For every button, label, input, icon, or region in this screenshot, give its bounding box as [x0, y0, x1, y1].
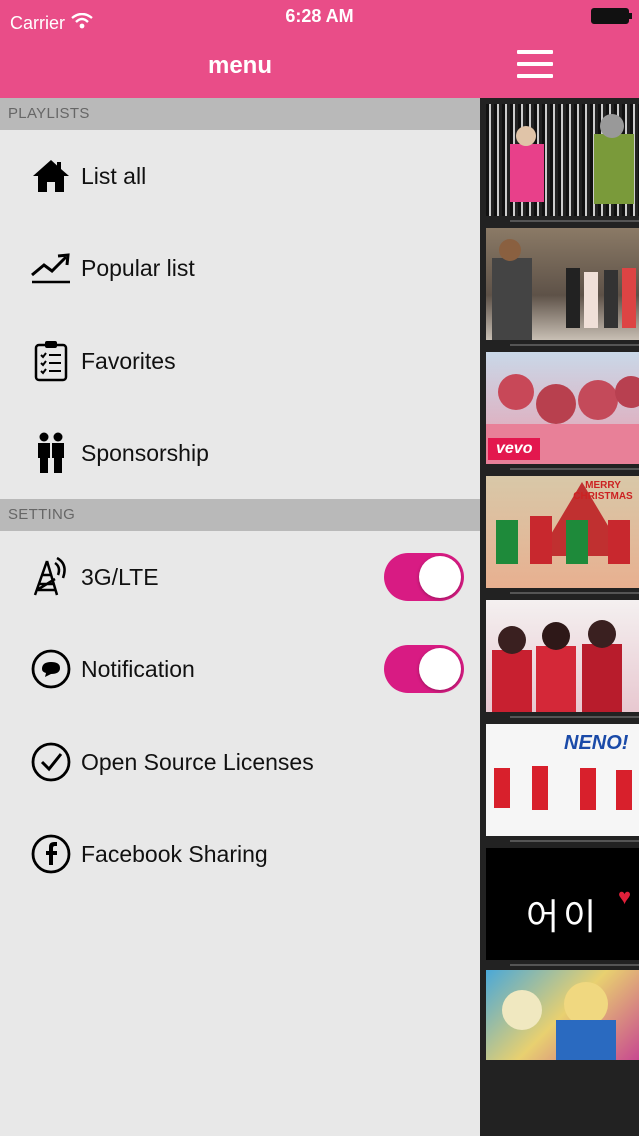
clipboard-checklist-icon — [30, 340, 72, 382]
video-thumbnail[interactable]: 어이 ♥ — [486, 848, 639, 960]
menu-item-label: Open Source Licenses — [81, 748, 314, 775]
video-thumbnail[interactable]: MERRY CHRISTMAS — [486, 476, 639, 588]
divider — [510, 840, 639, 842]
menu-item-notification: Notification — [0, 623, 480, 715]
menu-item-facebook-sharing[interactable]: Facebook Sharing — [0, 808, 480, 900]
divider — [510, 468, 639, 470]
menu-item-sponsorship[interactable]: Sponsorship — [0, 407, 480, 499]
video-thumbnail[interactable] — [486, 600, 639, 712]
menu-item-label: List all — [81, 162, 147, 189]
3g-lte-toggle[interactable] — [384, 553, 464, 601]
vevo-badge: vevo — [488, 438, 541, 460]
divider — [510, 716, 639, 718]
hamburger-menu-icon[interactable] — [517, 50, 553, 78]
menu-item-label: Sponsorship — [81, 439, 209, 466]
side-menu: Carrier menu PLAYLISTS List all Popular … — [0, 0, 480, 1136]
menu-item-favorites[interactable]: Favorites — [0, 315, 480, 407]
status-time: 6:28 AM — [285, 6, 354, 26]
trending-up-icon — [30, 247, 72, 289]
menu-title: menu — [207, 52, 272, 79]
toggle-knob — [419, 556, 461, 598]
antenna-icon — [30, 556, 72, 598]
toggle-knob — [419, 648, 461, 690]
divider — [510, 964, 639, 966]
thumbnail-caption: 어이 — [526, 896, 601, 937]
menu-item-label: Popular list — [81, 254, 195, 281]
home-icon — [30, 155, 72, 197]
menu-item-popular-list[interactable]: Popular list — [0, 222, 480, 314]
section-header-playlists: PLAYLISTS — [0, 98, 480, 130]
thumbnail-caption: MERRY CHRISTMAS — [573, 480, 633, 502]
menu-item-list-all[interactable]: List all — [0, 130, 480, 222]
video-thumbnail[interactable] — [486, 970, 639, 1060]
menu-item-label: Favorites — [81, 347, 176, 374]
checkmark-circle-icon — [30, 741, 72, 783]
menu-item-label: Notification — [81, 655, 195, 682]
thumbnail-caption: NENO! — [564, 732, 629, 754]
video-thumbnail[interactable]: vevo — [486, 352, 639, 464]
facebook-icon — [30, 833, 72, 875]
video-thumbnail[interactable] — [486, 104, 639, 216]
chat-bubble-icon — [30, 648, 72, 690]
menu-item-open-source-licenses[interactable]: Open Source Licenses — [0, 716, 480, 808]
video-list-panel: vevo MERRY CHRISTMAS NENO! 어이 ♥ — [480, 0, 639, 1136]
section-header-setting: SETTING — [0, 499, 480, 531]
menu-item-label: Facebook Sharing — [81, 840, 268, 867]
heart-icon: ♥ — [618, 884, 632, 909]
menu-item-label: 3G/LTE — [81, 563, 159, 590]
menu-item-3g-lte: 3G/LTE — [0, 531, 480, 623]
notification-toggle[interactable] — [384, 645, 464, 693]
divider — [510, 220, 639, 222]
divider — [510, 592, 639, 594]
video-thumbnail[interactable]: NENO! — [486, 724, 639, 836]
video-thumbnail[interactable] — [486, 228, 639, 340]
divider — [510, 344, 639, 346]
people-icon — [30, 432, 72, 474]
